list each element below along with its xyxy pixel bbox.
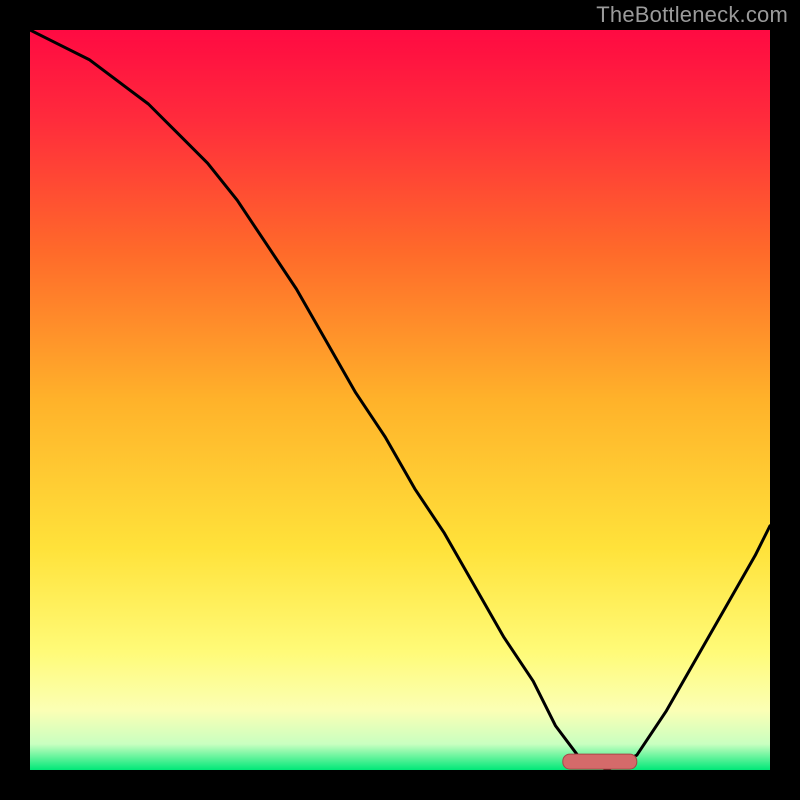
watermark: TheBottleneck.com [596,2,788,28]
optimum-marker [563,754,637,769]
chart-stage: TheBottleneck.com [0,0,800,800]
plot-area [30,30,770,770]
gradient-background [30,30,770,770]
plot-svg [30,30,770,770]
